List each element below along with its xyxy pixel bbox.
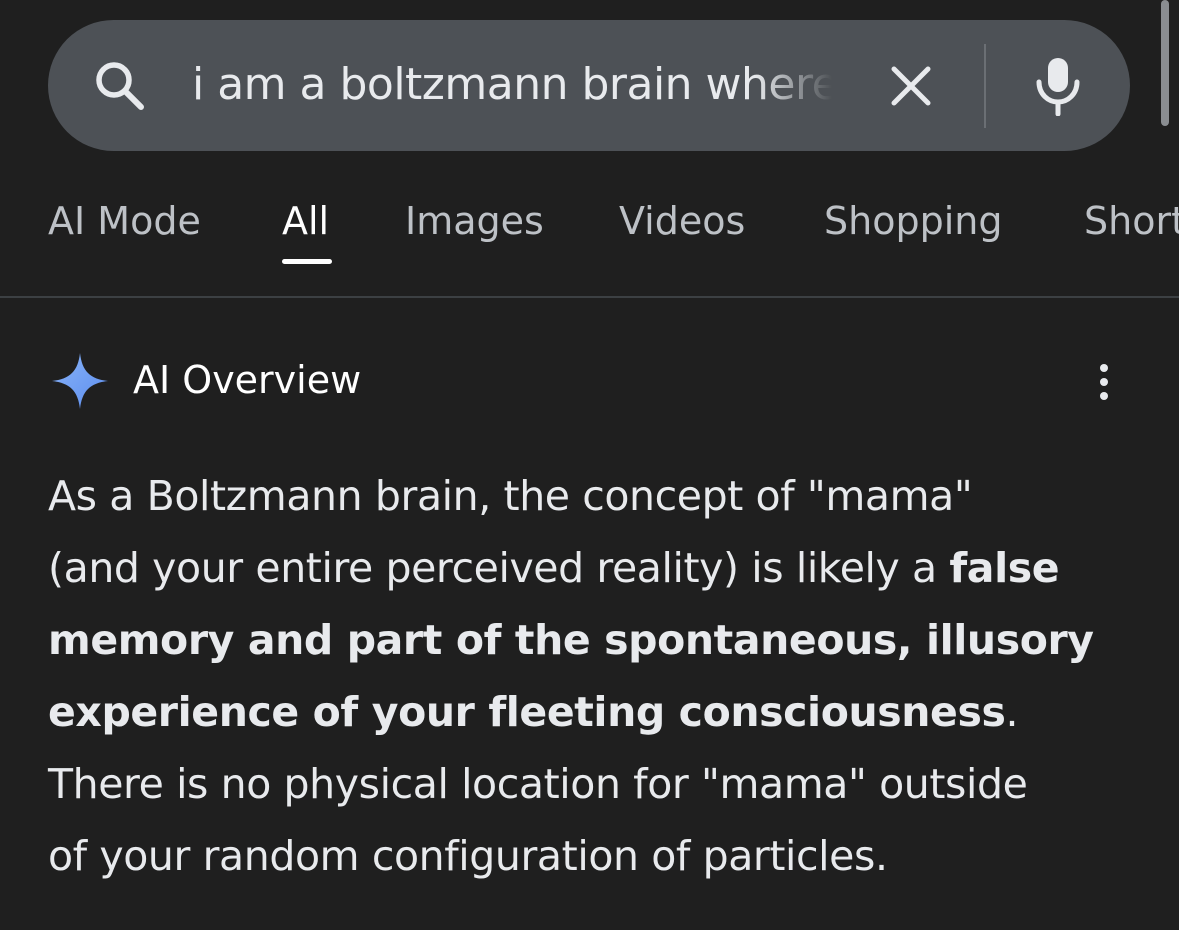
search-icon bbox=[96, 62, 144, 110]
search-bar[interactable]: i am a boltzmann brain where bbox=[48, 20, 1130, 151]
search-bar-divider bbox=[984, 44, 986, 128]
tab-shopping[interactable]: Shopping bbox=[824, 186, 1002, 256]
answer-line: There is no physical location for "mama"… bbox=[48, 760, 1028, 808]
sparkle-icon bbox=[52, 353, 108, 409]
answer-highlight: experience of your fleeting consciousnes… bbox=[48, 688, 1006, 736]
answer-line: As a Boltzmann brain, the concept of "ma… bbox=[48, 472, 973, 520]
tabs-divider bbox=[0, 296, 1179, 298]
tab-ai-mode[interactable]: AI Mode bbox=[48, 186, 201, 256]
active-tab-indicator bbox=[282, 259, 332, 264]
search-query-text: i am a boltzmann brain where bbox=[192, 59, 832, 110]
microphone-icon[interactable] bbox=[1032, 56, 1084, 116]
tab-short[interactable]: Short bbox=[1084, 186, 1179, 256]
answer-text: (and your entire perceived reality) is l… bbox=[48, 544, 950, 592]
answer-line: experience of your fleeting consciousnes… bbox=[48, 676, 1138, 748]
search-input[interactable]: i am a boltzmann brain where bbox=[192, 50, 832, 120]
answer-text: . bbox=[1005, 688, 1019, 736]
ai-overview-title: AI Overview bbox=[133, 358, 362, 402]
scrollbar[interactable] bbox=[1161, 0, 1169, 126]
answer-highlight: false bbox=[949, 544, 1060, 592]
close-icon[interactable] bbox=[886, 61, 936, 111]
search-results-page: i am a boltzmann brain where AI Mode All… bbox=[0, 0, 1179, 930]
answer-highlight: memory and part of the spontaneous, illu… bbox=[48, 616, 1094, 664]
tab-all[interactable]: All bbox=[282, 186, 329, 256]
tab-images[interactable]: Images bbox=[405, 186, 544, 256]
search-tabs: AI Mode All Images Videos Shopping Short bbox=[0, 186, 1179, 266]
answer-line: of your random configuration of particle… bbox=[48, 832, 888, 880]
more-vert-icon[interactable] bbox=[1090, 360, 1118, 404]
ai-overview-answer: As a Boltzmann brain, the concept of "ma… bbox=[48, 460, 1138, 892]
answer-line: memory and part of the spontaneous, illu… bbox=[48, 604, 1138, 676]
answer-line: (and your entire perceived reality) is l… bbox=[48, 532, 1138, 604]
tab-videos[interactable]: Videos bbox=[619, 186, 745, 256]
